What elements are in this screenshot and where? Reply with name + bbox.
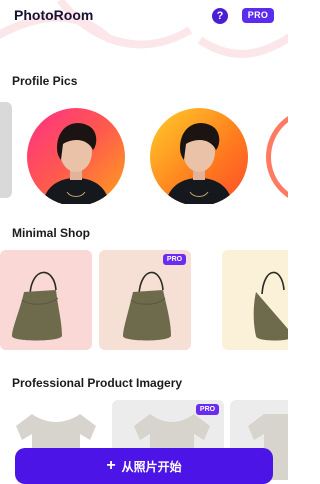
section-title-minimal-shop: Minimal Shop bbox=[12, 226, 90, 240]
profile-template-3[interactable] bbox=[266, 108, 288, 204]
partial-card-left[interactable] bbox=[0, 102, 12, 198]
start-from-photo-label: 从照片开始 bbox=[121, 459, 182, 474]
profile-template-3-inner bbox=[271, 113, 288, 201]
handbag-image bbox=[253, 271, 288, 341]
minimal-shop-template-1[interactable] bbox=[0, 250, 92, 350]
profile-template-1[interactable] bbox=[27, 108, 125, 204]
app-logo-title: PhotoRoom bbox=[14, 7, 94, 23]
pro-upgrade-button[interactable]: PRO bbox=[242, 8, 274, 23]
start-from-photo-button[interactable]: + 从照片开始 bbox=[15, 448, 273, 484]
section-title-professional-product-imagery: Professional Product Imagery bbox=[12, 376, 183, 390]
help-icon[interactable]: ? bbox=[212, 8, 228, 24]
minimal-shop-carousel[interactable]: PRO bbox=[0, 250, 288, 352]
pro-badge: PRO bbox=[196, 404, 219, 415]
section-title-profile-pics: Profile Pics bbox=[12, 74, 78, 88]
pro-badge: PRO bbox=[163, 254, 186, 265]
portrait-illustration bbox=[42, 122, 110, 204]
profile-template-2[interactable] bbox=[150, 108, 248, 204]
profile-pics-carousel[interactable] bbox=[0, 100, 288, 204]
handbag-image bbox=[123, 271, 171, 341]
portrait-illustration bbox=[165, 122, 233, 204]
plus-icon: + bbox=[106, 457, 116, 474]
handbag-image bbox=[12, 271, 62, 341]
minimal-shop-template-2[interactable]: PRO bbox=[99, 250, 191, 350]
top-bar: PhotoRoom ? PRO bbox=[0, 0, 288, 34]
minimal-shop-template-3[interactable] bbox=[222, 250, 288, 350]
